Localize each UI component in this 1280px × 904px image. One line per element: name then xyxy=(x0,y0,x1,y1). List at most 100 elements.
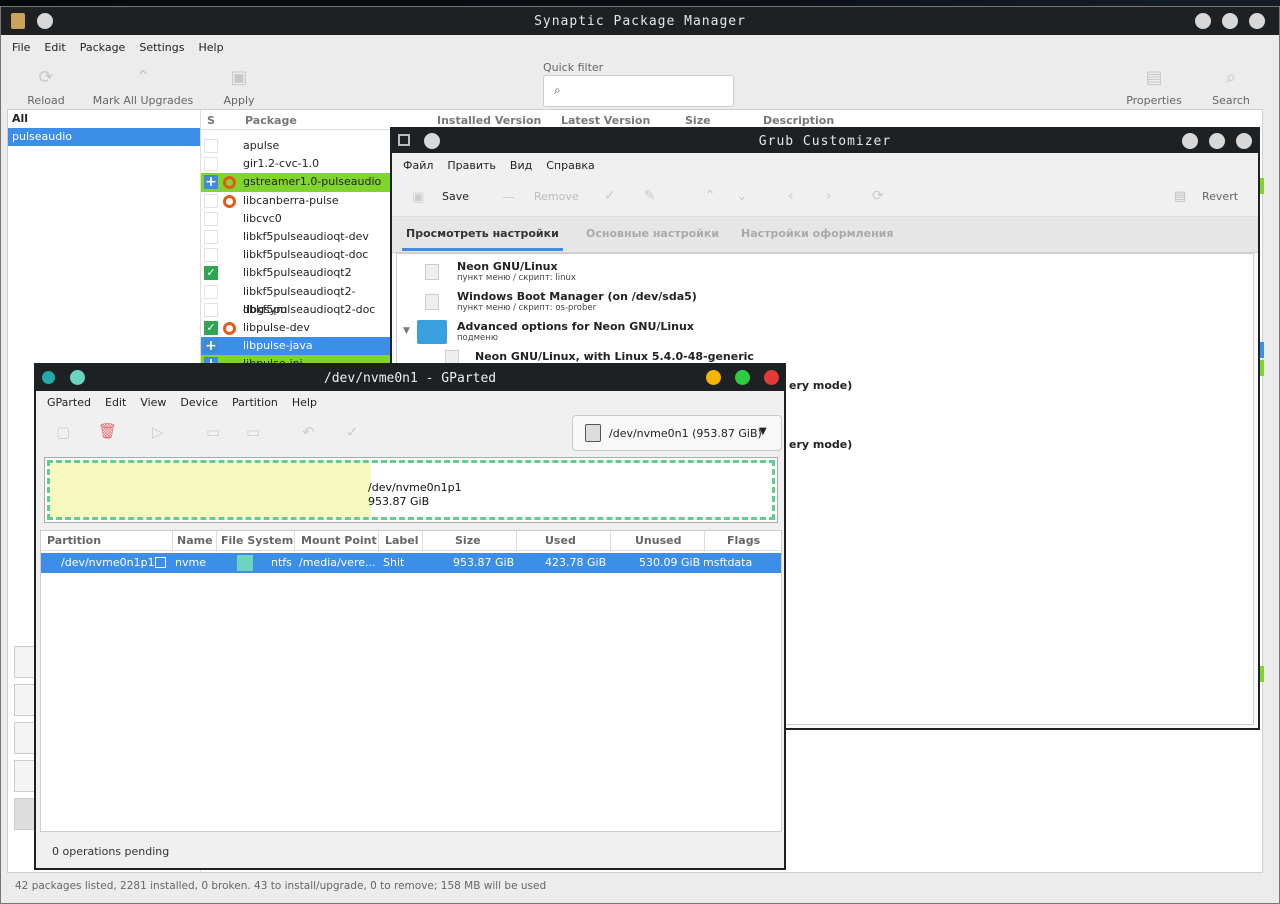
package-status-checkbox[interactable]: ✓ xyxy=(204,266,218,281)
package-status-checkbox[interactable] xyxy=(204,193,218,208)
col-size[interactable]: Size xyxy=(423,531,517,551)
col-label[interactable]: Label xyxy=(379,531,423,551)
reload-button[interactable]: ⟳ Reload xyxy=(17,65,75,107)
gp-menu-gparted[interactable]: GParted xyxy=(40,396,98,409)
gparted-close[interactable] xyxy=(764,370,779,385)
partition-block[interactable]: /dev/nvme0n1p1 953.87 GiB xyxy=(47,460,775,520)
col-package[interactable]: Package xyxy=(245,114,297,127)
menu-edit[interactable]: Edit xyxy=(37,41,72,54)
package-status-checkbox[interactable]: ✓ xyxy=(204,320,218,335)
gp-menu-device[interactable]: Device xyxy=(173,396,225,409)
col-mount-point[interactable]: Mount Point xyxy=(295,531,379,551)
col-size[interactable]: Size xyxy=(685,114,711,127)
grub-revert-button[interactable]: Revert xyxy=(1202,190,1238,203)
grub-menu-help[interactable]: Справка xyxy=(539,159,601,172)
arrow-up-icon[interactable]: ⌃ xyxy=(704,188,716,204)
apply-ops-icon[interactable]: ✓ xyxy=(346,423,359,441)
apply-button[interactable]: ▣ Apply xyxy=(215,65,263,107)
grub-menu-edit[interactable]: Править xyxy=(440,159,503,172)
refresh-icon[interactable]: ⟳ xyxy=(872,188,884,204)
resize-icon[interactable]: ▷ xyxy=(152,423,164,441)
maximize-button[interactable] xyxy=(1222,13,1238,29)
gp-menu-partition[interactable]: Partition xyxy=(225,396,285,409)
package-status-checkbox[interactable] xyxy=(204,139,218,153)
package-row[interactable]: apulse xyxy=(201,137,397,155)
package-status-checkbox[interactable]: + xyxy=(204,339,218,354)
tab-appearance-settings[interactable]: Настройки оформления xyxy=(741,227,893,240)
package-status-checkbox[interactable] xyxy=(204,302,218,317)
mark-all-upgrades-button[interactable]: ⌃ Mark All Upgrades xyxy=(91,65,195,107)
grub-menu-file[interactable]: Файл xyxy=(396,159,440,172)
col-installed[interactable]: Installed Version xyxy=(437,114,541,127)
col-status[interactable]: S xyxy=(207,114,215,127)
gparted-window-menu[interactable] xyxy=(70,370,85,385)
category-all[interactable]: All xyxy=(8,110,200,128)
grub-maximize[interactable] xyxy=(1209,133,1225,149)
grub-close[interactable] xyxy=(1236,133,1252,149)
col-file-system[interactable]: File System xyxy=(217,531,295,551)
gp-menu-edit[interactable]: Edit xyxy=(98,396,133,409)
grub-save-button[interactable]: Save xyxy=(442,190,469,203)
package-row[interactable]: libcvc0 xyxy=(201,210,397,228)
undo-icon[interactable]: ↶ xyxy=(302,423,315,441)
search-button[interactable]: ⌕ Search xyxy=(1207,65,1255,107)
category-pulseaudio[interactable]: pulseaudio xyxy=(8,128,200,146)
col-latest[interactable]: Latest Version xyxy=(561,114,650,127)
expander-icon[interactable]: ▼ xyxy=(403,326,410,336)
package-row[interactable]: + gstreamer1.0-pulseaudio xyxy=(201,173,397,192)
partition-map[interactable]: /dev/nvme0n1p1 953.87 GiB xyxy=(44,457,778,523)
device-selector[interactable]: /dev/nvme0n1 (953.87 GiB) ▼ xyxy=(572,415,782,451)
grub-entry[interactable]: Neon GNU/Linux пункт меню / скрипт: linu… xyxy=(397,258,1253,288)
col-flags[interactable]: Flags xyxy=(705,531,783,551)
col-used[interactable]: Used xyxy=(517,531,611,551)
arrow-down-icon[interactable]: ⌄ xyxy=(736,188,748,204)
menu-help[interactable]: Help xyxy=(191,41,230,54)
partition-row[interactable]: /dev/nvme0n1p1 nvme ntfs /media/vere... … xyxy=(41,553,781,573)
col-partition[interactable]: Partition xyxy=(41,531,173,551)
grub-entry[interactable]: Windows Boot Manager (on /dev/sda5) пунк… xyxy=(397,288,1253,318)
quick-filter-input[interactable]: ⌕ xyxy=(543,75,734,107)
tab-general-settings[interactable]: Основные настройки xyxy=(586,227,719,240)
new-icon[interactable]: ▢ xyxy=(56,423,70,441)
tab-view-settings[interactable]: Просмотреть настройки xyxy=(402,227,563,251)
package-row[interactable]: libkf5pulseaudioqt-dev xyxy=(201,228,397,246)
col-description[interactable]: Description xyxy=(763,114,834,127)
package-row[interactable]: libkf5pulseaudioqt2-dbgsym xyxy=(201,283,397,316)
grub-remove-button[interactable]: Remove xyxy=(534,190,579,203)
copy-icon[interactable]: ▭ xyxy=(206,423,220,441)
grub-submenu-entry[interactable]: ▼ Advanced options for Neon GNU/Linux по… xyxy=(397,318,1253,348)
package-row[interactable]: libkf5pulseaudioqt-doc xyxy=(201,246,397,264)
paste-icon[interactable]: ▭ xyxy=(246,423,260,441)
gparted-maximize[interactable] xyxy=(735,370,750,385)
gparted-minimize[interactable] xyxy=(706,370,721,385)
package-row[interactable]: libcanberra-pulse xyxy=(201,192,397,210)
menu-package[interactable]: Package xyxy=(73,41,133,54)
minimize-button[interactable] xyxy=(1195,13,1211,29)
package-row[interactable]: gir1.2-cvc-1.0 xyxy=(201,155,397,173)
window-menu-button[interactable] xyxy=(37,13,53,29)
arrow-left-icon[interactable]: ‹ xyxy=(788,188,794,204)
package-status-checkbox[interactable]: + xyxy=(204,175,218,190)
close-button[interactable] xyxy=(1249,13,1265,29)
arrow-right-icon[interactable]: › xyxy=(826,188,832,204)
package-status-checkbox[interactable] xyxy=(204,211,218,226)
package-status-checkbox[interactable] xyxy=(204,229,218,244)
grub-minimize[interactable] xyxy=(1182,133,1198,149)
properties-button[interactable]: ▤ Properties xyxy=(1125,65,1183,107)
grub-window-menu[interactable] xyxy=(424,133,440,149)
package-row[interactable]: + libpulse-java xyxy=(201,337,397,356)
package-status-checkbox[interactable] xyxy=(204,248,218,263)
package-row[interactable]: ✓ libpulse-dev xyxy=(201,319,397,337)
gp-menu-view[interactable]: View xyxy=(133,396,173,409)
package-status-checkbox[interactable] xyxy=(204,284,218,299)
package-row[interactable]: libkf5pulseaudioqt2-doc xyxy=(201,301,397,319)
gp-menu-help[interactable]: Help xyxy=(285,396,324,409)
col-unused[interactable]: Unused xyxy=(611,531,705,551)
delete-icon[interactable]: 🗑 xyxy=(98,422,117,440)
menu-file[interactable]: File xyxy=(5,41,37,54)
menu-settings[interactable]: Settings xyxy=(132,41,191,54)
package-status-checkbox[interactable] xyxy=(204,157,218,172)
package-row[interactable]: ✓ libkf5pulseaudioqt2 xyxy=(201,264,397,282)
col-name[interactable]: Name xyxy=(173,531,217,551)
grub-menu-view[interactable]: Вид xyxy=(503,159,539,172)
